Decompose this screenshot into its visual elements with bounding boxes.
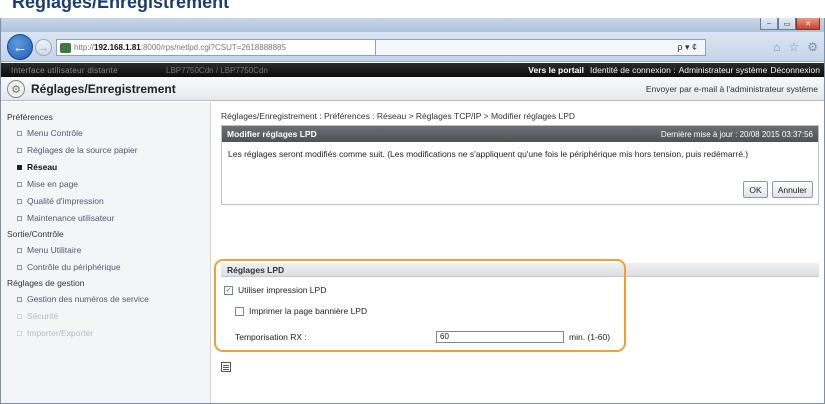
bullet-icon <box>17 165 22 170</box>
bullet-icon <box>17 199 22 204</box>
cropped-heading: Réglages/Enregistrement <box>0 0 825 18</box>
mail-admin-link[interactable]: Envoyer par e-mail à l'administrateur sy… <box>646 84 818 94</box>
favorites-icon[interactable]: ☆ <box>788 40 799 54</box>
browser-window: – ▭ ✕ ← → http://192.168.1.81:8000/rps/n… <box>0 18 825 404</box>
portal-blurred-mid: LBP7750Cdn / LBP7750Cdn <box>166 66 268 75</box>
address-host: 192.168.1.81 <box>94 43 141 52</box>
use-lpd-label: Utiliser impression LPD <box>238 285 327 295</box>
rx-timeout-label: Temporisation RX : <box>235 332 307 342</box>
back-button[interactable]: ← <box>7 34 33 60</box>
sidebar-item-label: Mise en page <box>27 179 79 189</box>
sidebar-item-qualite[interactable]: Qualité d'impression <box>1 193 210 210</box>
arrow-left-icon: ← <box>12 38 28 56</box>
sidebar-item-label: Importer/Exporter <box>27 328 94 338</box>
forward-button[interactable]: → <box>35 39 52 56</box>
sidebar-item-numeros-service[interactable]: Gestion des numéros de service <box>1 291 210 308</box>
cancel-button[interactable]: Annuler <box>771 181 813 198</box>
sidebar-item-mise-en-page[interactable]: Mise en page <box>1 176 210 193</box>
sidebar-item-label: Contrôle du périphérique <box>27 262 121 272</box>
banner-checkbox[interactable] <box>235 306 244 316</box>
bullet-icon <box>17 265 22 270</box>
sidebar-item-label: Qualité d'impression <box>27 196 104 206</box>
sidebar-item-controle-peripherique[interactable]: Contrôle du périphérique <box>1 259 210 276</box>
settings-logo-icon: ⚙ <box>7 80 25 98</box>
breadcrumb: Réglages/Enregistrement : Préférences : … <box>221 111 576 121</box>
sidebar-section-gestion[interactable]: Réglages de gestion <box>1 276 210 291</box>
title-bar: – ▭ ✕ <box>1 18 824 32</box>
bullet-icon <box>17 182 22 187</box>
address-bar[interactable]: http://192.168.1.81:8000/rps/netlpd.cgi?… <box>56 39 376 56</box>
home-icon[interactable]: ⌂ <box>773 40 780 54</box>
last-update: Dernière mise à jour : 20/08 2015 03:37:… <box>660 129 813 139</box>
edit-lpd-panel: Modifier réglages LPD Dernière mise à jo… <box>221 125 819 205</box>
page-title: Réglages/Enregistrement <box>31 82 176 96</box>
sidebar-item-label: Maintenance utilisateur <box>27 213 115 223</box>
bullet-icon <box>17 216 22 221</box>
settings-icon[interactable]: ⚙ <box>807 40 818 54</box>
nav-bar: ← → http://192.168.1.81:8000/rps/netlpd.… <box>1 32 824 62</box>
site-icon <box>60 42 71 53</box>
window-controls: – ▭ ✕ <box>760 18 820 32</box>
sidebar-item-menu-utilitaire[interactable]: Menu Utilitaire <box>1 242 210 259</box>
sidebar: Préférences Menu Contrôle Réglages de la… <box>1 102 211 403</box>
heading-text: Réglages/Enregistrement <box>12 0 230 12</box>
rx-timeout-unit: min. (1-60) <box>569 332 611 342</box>
sidebar-item-label: Menu Utilitaire <box>27 245 82 255</box>
bullet-icon <box>17 331 22 336</box>
rx-timeout-row: Temporisation RX : <box>235 332 307 342</box>
minimize-button[interactable]: – <box>760 18 778 30</box>
address-prefix: http:// <box>74 43 95 52</box>
rx-timeout-input[interactable]: 60 <box>436 331 564 343</box>
maximize-button[interactable]: ▭ <box>778 18 796 30</box>
lpd-settings-section: Réglages LPD ✓ Utiliser impression LPD I… <box>214 259 819 352</box>
portal-blurred-left: Interface utilisateur distante <box>11 66 118 75</box>
portal-bar: Interface utilisateur distante LBP7750Cd… <box>1 63 824 77</box>
bullet-icon <box>17 297 22 302</box>
address-controls[interactable]: ρ ▾ ¢ <box>376 39 706 56</box>
checkmark-icon: ✓ <box>225 286 232 294</box>
search-refresh-icons: ρ ▾ ¢ <box>677 42 697 52</box>
sidebar-section-sortie[interactable]: Sortie/Contrôle <box>1 227 210 242</box>
panel-title: Modifier réglages LPD <box>227 129 317 139</box>
sidebar-item-label: Réglages de la source papier <box>27 145 138 155</box>
sidebar-item-securite[interactable]: Sécurité <box>1 308 210 325</box>
toolbar-icons: ⌂ ☆ ⚙ <box>773 40 818 54</box>
bullet-icon <box>17 248 22 253</box>
use-lpd-checkbox[interactable]: ✓ <box>224 285 233 295</box>
panel-header: Modifier réglages LPD Dernière mise à jo… <box>222 126 818 142</box>
sidebar-item-reseau[interactable]: Réseau <box>1 159 210 176</box>
banner-row: Imprimer la page bannière LPD <box>235 306 367 316</box>
bullet-icon <box>17 148 22 153</box>
sidebar-section-preferences[interactable]: Préférences <box>1 110 210 125</box>
ok-button[interactable]: OK <box>743 181 768 198</box>
bullet-icon <box>17 131 22 136</box>
arrow-right-icon: → <box>39 42 48 53</box>
bullet-icon <box>17 314 22 319</box>
use-lpd-row: ✓ Utiliser impression LPD <box>224 285 326 295</box>
portal-link[interactable]: Vers le portail <box>528 65 584 75</box>
sidebar-item-source-papier[interactable]: Réglages de la source papier <box>1 142 210 159</box>
banner-label: Imprimer la page bannière LPD <box>249 306 368 316</box>
login-id-value: Administrateur système <box>678 65 768 75</box>
sidebar-item-label: Réseau <box>27 162 58 172</box>
panel-message: Les réglages seront modifiés comme suit.… <box>228 149 749 159</box>
page-header: ⚙ Réglages/Enregistrement Envoyer par e-… <box>1 77 824 101</box>
sidebar-item-menu-controle[interactable]: Menu Contrôle <box>1 125 210 142</box>
sidebar-item-label: Gestion des numéros de service <box>27 294 149 304</box>
page-top-icon[interactable] <box>221 362 231 372</box>
logout-link[interactable]: Déconnexion <box>770 65 820 75</box>
sidebar-item-label: Menu Contrôle <box>27 128 83 138</box>
login-id-label: Identité de connexion : <box>590 65 676 75</box>
sidebar-item-label: Sécurité <box>27 311 59 321</box>
close-button[interactable]: ✕ <box>796 18 820 30</box>
panel-buttons: OK Annuler <box>743 181 813 198</box>
sidebar-item-maintenance[interactable]: Maintenance utilisateur <box>1 210 210 227</box>
sidebar-item-importer-exporter[interactable]: Importer/Exporter <box>1 325 210 342</box>
address-path: :8000/rps/netlpd.cgi?CSUT=2618888885 <box>140 43 286 52</box>
